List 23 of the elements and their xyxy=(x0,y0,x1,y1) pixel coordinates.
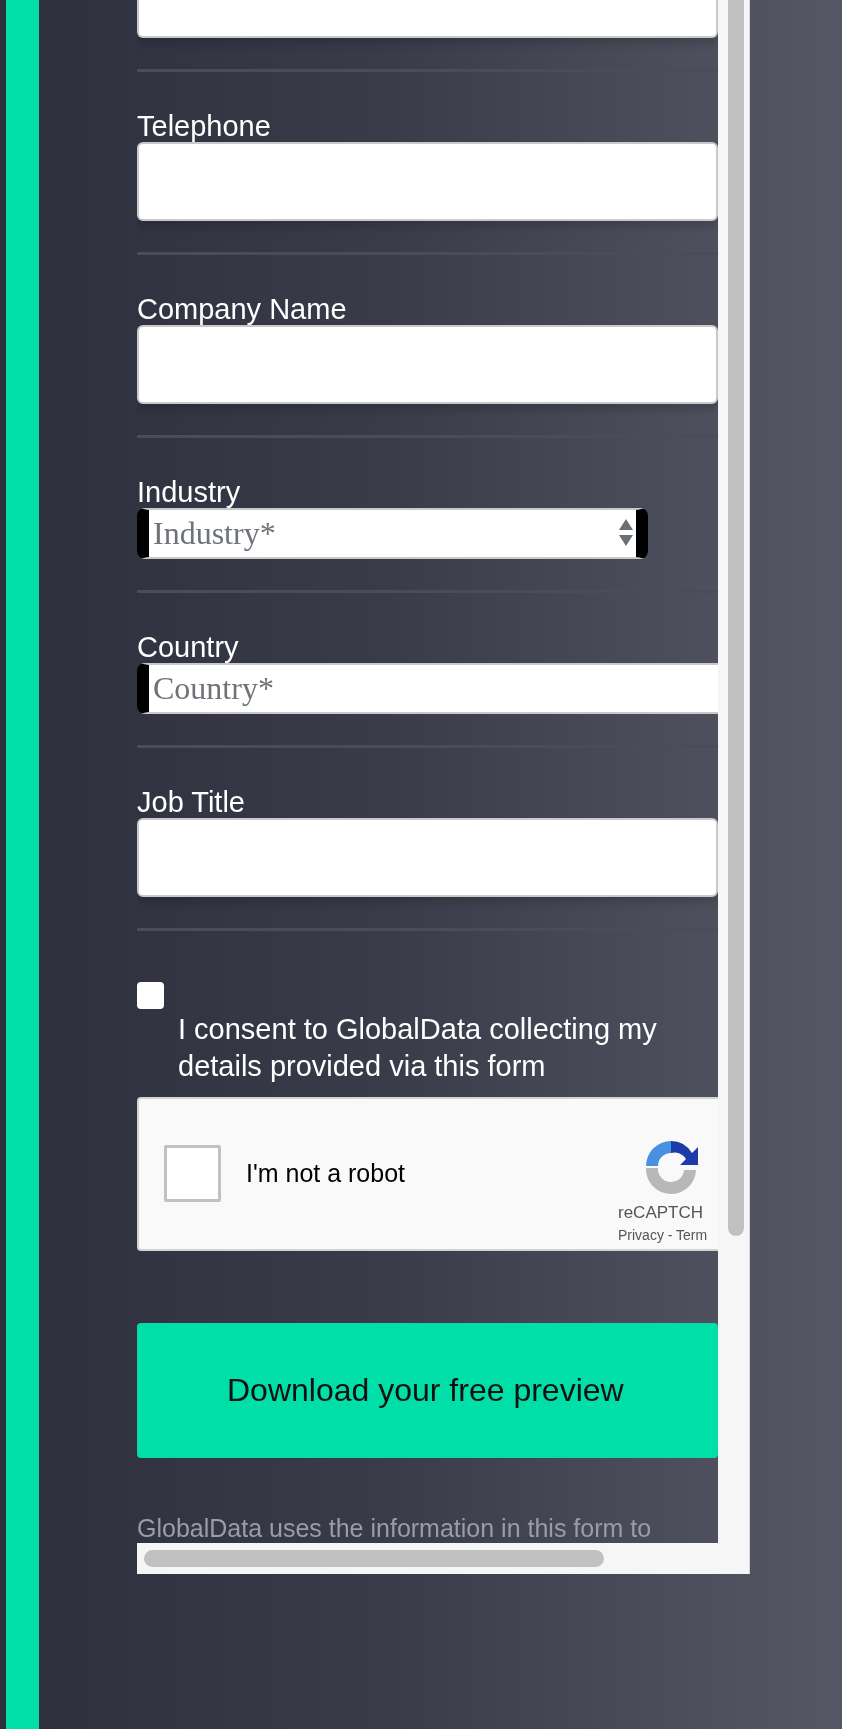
consent-text: I consent to GlobalData collecting my details provided via this form xyxy=(178,1011,658,1084)
scrollbar-thumb[interactable] xyxy=(144,1550,604,1567)
field-label: Industry xyxy=(137,475,242,508)
disclaimer-text: GlobalData uses the information in this form to xyxy=(137,1514,653,1543)
select-field[interactable]: Country* xyxy=(137,662,718,714)
input-field[interactable] xyxy=(137,817,718,897)
captcha-checkbox[interactable] xyxy=(164,1145,221,1203)
input-field[interactable] xyxy=(137,0,718,38)
scrollbar-thumb[interactable] xyxy=(728,0,744,1236)
captcha-brand: reCAPTCH xyxy=(618,1202,703,1223)
input-field[interactable] xyxy=(137,141,718,221)
input-field[interactable] xyxy=(137,324,718,404)
select-field[interactable]: Industry* xyxy=(137,507,648,559)
consent-checkbox[interactable] xyxy=(137,981,164,1009)
download-button[interactable]: Download your free preview xyxy=(137,1322,718,1458)
horizontal-scrollbar[interactable] xyxy=(137,1543,718,1574)
field-label: Job Title xyxy=(137,785,246,818)
vertical-scrollbar[interactable] xyxy=(718,0,750,1574)
privacy-terms-link[interactable]: Privacy - Term xyxy=(618,1226,708,1243)
field-label: Company Name xyxy=(137,292,348,325)
field-label: Country xyxy=(137,630,240,663)
field-label: Telephone xyxy=(137,109,272,142)
captcha-label: I'm not a robot xyxy=(246,1159,406,1189)
